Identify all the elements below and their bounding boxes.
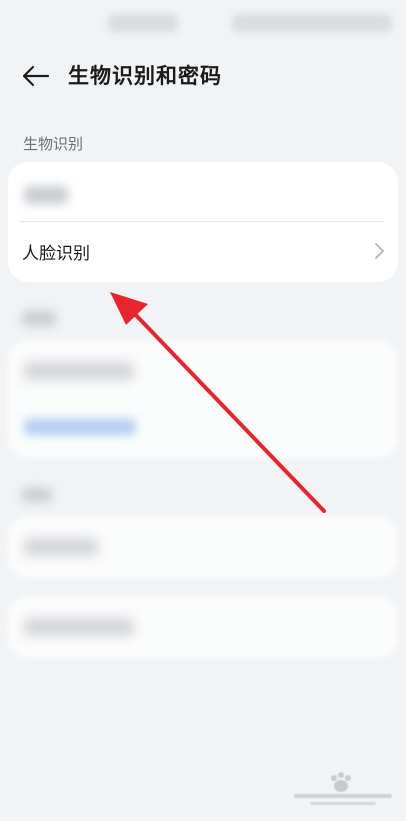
- blurred-card-2: [8, 516, 398, 578]
- list-item-fingerprint[interactable]: [8, 164, 398, 222]
- page-title: 生物识别和密码: [68, 64, 222, 88]
- back-arrow-icon: [22, 65, 50, 87]
- blurred-link[interactable]: [24, 419, 136, 435]
- blurred-item-label: [24, 362, 134, 380]
- blurred-section-label: [22, 488, 52, 502]
- blurred-card-1: [8, 340, 398, 458]
- blurred-section-label: [22, 311, 56, 326]
- blurred-item-label: [24, 186, 68, 204]
- header: 生物识别和密码: [0, 56, 406, 96]
- blurred-item-label: [24, 618, 134, 636]
- back-button[interactable]: [18, 58, 54, 94]
- section-label-biometrics: 生物识别: [23, 135, 84, 153]
- chevron-right-icon: [375, 243, 384, 259]
- blurred-item-label: [24, 538, 98, 556]
- status-bar: [0, 0, 406, 48]
- biometrics-card: 人脸识别: [8, 162, 398, 282]
- list-item-label: 人脸识别: [22, 244, 90, 264]
- list-item-face-recognition[interactable]: 人脸识别: [8, 222, 398, 280]
- status-info-left: [108, 14, 178, 32]
- status-info-right: [232, 14, 392, 32]
- blurred-card-3: [8, 596, 398, 658]
- watermark-logo: [294, 772, 392, 805]
